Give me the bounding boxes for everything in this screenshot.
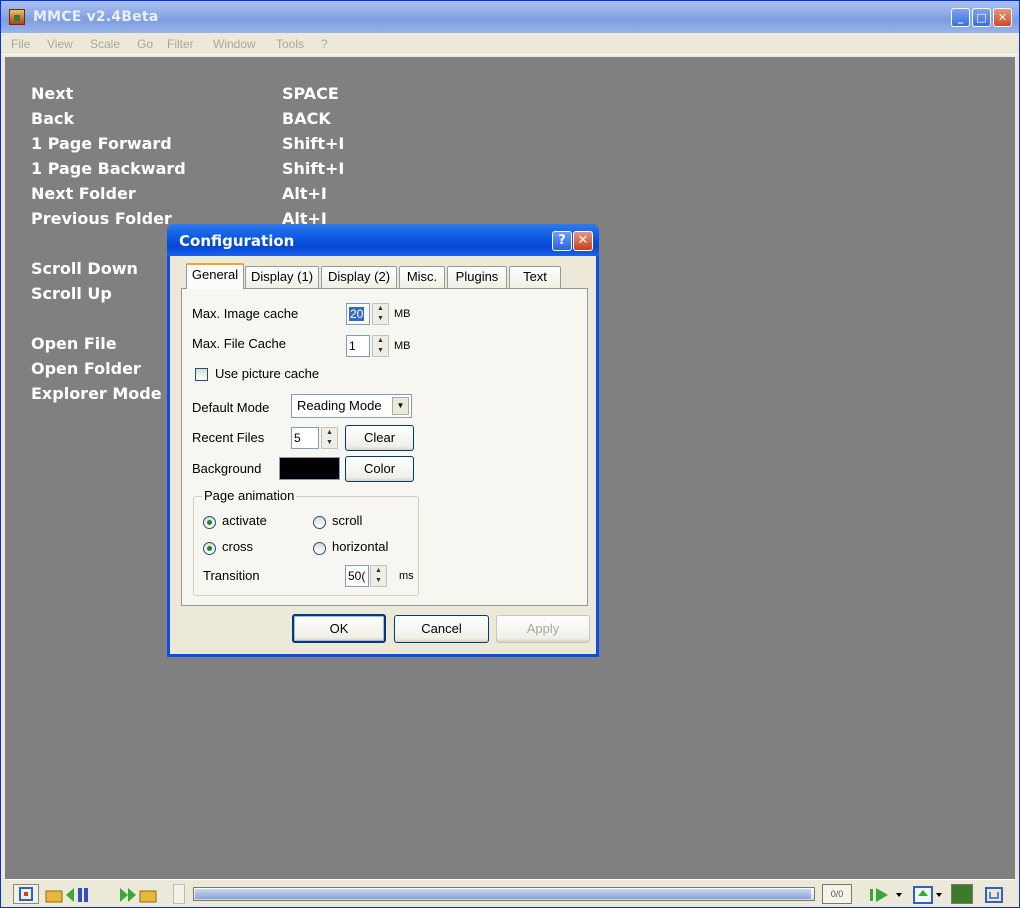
- help-key: SPACE: [282, 84, 339, 103]
- dialog-close-button[interactable]: ✕: [573, 231, 593, 251]
- file-cache-unit: MB: [394, 340, 411, 352]
- radio-activate[interactable]: [203, 516, 216, 529]
- use-picture-cache-checkbox[interactable]: [195, 368, 208, 381]
- color-button[interactable]: Color: [345, 456, 414, 482]
- tab-text[interactable]: Text: [509, 266, 561, 288]
- cancel-button[interactable]: Cancel: [394, 615, 489, 643]
- help-action: Next Folder: [31, 184, 136, 203]
- dialog-title: Configuration: [179, 232, 295, 250]
- use-picture-cache-label: Use picture cache: [215, 366, 320, 381]
- radio-horizontal[interactable]: [313, 542, 326, 555]
- general-tab-panel: Max. Image cache 20 ▲ ▼ MB Max. File Cach…: [181, 288, 588, 606]
- help-action: Scroll Up: [31, 284, 112, 303]
- default-mode-select[interactable]: Reading Mode ▼: [291, 394, 412, 418]
- previous-folder-icon[interactable]: [43, 884, 107, 904]
- grip-icon: [173, 884, 185, 904]
- file-cache-label: Max. File Cache: [192, 336, 286, 351]
- background-color-swatch: [279, 457, 340, 480]
- dialog-title-bar[interactable]: Configuration ? ✕: [167, 224, 599, 256]
- menu-file[interactable]: File: [11, 37, 30, 51]
- image-cache-label: Max. Image cache: [192, 306, 299, 321]
- menu-bar: File View Scale Go Filter Window Tools ?: [1, 33, 1019, 55]
- image-cache-unit: MB: [394, 308, 411, 320]
- menu-view[interactable]: View: [47, 37, 73, 51]
- page-counter: 0/0: [822, 884, 852, 904]
- window-title: MMCE v2.4Beta: [33, 9, 159, 25]
- minimize-button[interactable]: _: [951, 8, 970, 27]
- help-action: Next: [31, 84, 74, 103]
- transition-unit: ms: [399, 570, 414, 582]
- title-bar[interactable]: MMCE v2.4Beta _ □ ✕: [1, 1, 1019, 33]
- menu-window[interactable]: Window: [213, 37, 256, 51]
- file-cache-spinner[interactable]: ▲ ▼: [372, 335, 389, 357]
- thumbnail-view-icon[interactable]: [13, 884, 39, 904]
- help-action: Open Folder: [31, 359, 141, 378]
- recent-files-label: Recent Files: [192, 430, 265, 445]
- menu-help[interactable]: ?: [321, 37, 328, 51]
- page-animation-group: Page animation activate scroll cross hor…: [193, 488, 419, 596]
- tab-general[interactable]: General: [186, 263, 244, 289]
- ok-button[interactable]: OK: [292, 614, 386, 643]
- radio-cross[interactable]: [203, 542, 216, 555]
- zoom-icon[interactable]: [911, 884, 947, 904]
- apply-button[interactable]: Apply: [496, 615, 590, 643]
- play-icon[interactable]: [867, 884, 907, 904]
- help-action: Previous Folder: [31, 209, 172, 228]
- dialog-help-button[interactable]: ?: [552, 231, 572, 251]
- transition-label: Transition: [203, 568, 260, 583]
- image-cache-spinner[interactable]: ▲ ▼: [372, 303, 389, 325]
- transition-spinner[interactable]: ▲ ▼: [370, 565, 387, 587]
- radio-scroll[interactable]: [313, 516, 326, 529]
- page-animation-legend: Page animation: [202, 488, 297, 503]
- page-slider[interactable]: [193, 887, 815, 901]
- image-cache-input[interactable]: 20: [346, 303, 370, 325]
- clear-button[interactable]: Clear: [345, 425, 414, 451]
- help-action: 1 Page Forward: [31, 134, 172, 153]
- next-folder-icon[interactable]: [115, 884, 161, 904]
- close-button[interactable]: ✕: [993, 8, 1012, 27]
- recent-files-spinner[interactable]: ▲ ▼: [321, 427, 338, 449]
- help-key: BACK: [282, 109, 331, 128]
- radio-scroll-label: scroll: [332, 513, 363, 528]
- default-mode-label: Default Mode: [192, 400, 270, 415]
- maximize-button[interactable]: □: [972, 8, 991, 27]
- configuration-dialog: Configuration ? ✕ General Display (1) Di…: [167, 224, 599, 657]
- help-action: Explorer Mode: [31, 384, 162, 403]
- file-cache-input[interactable]: 1: [346, 335, 370, 357]
- menu-go[interactable]: Go: [137, 37, 153, 51]
- tab-plugins[interactable]: Plugins: [447, 266, 507, 288]
- menu-tools[interactable]: Tools: [276, 37, 304, 51]
- status-bar: 0/0: [5, 879, 1017, 907]
- page-slider-fill: [195, 889, 811, 899]
- chevron-down-icon[interactable]: ▼: [392, 397, 409, 415]
- default-mode-value: Reading Mode: [297, 398, 382, 413]
- transition-input[interactable]: 50(: [345, 565, 369, 587]
- tab-display-2[interactable]: Display (2): [321, 266, 397, 288]
- image-view-icon[interactable]: [951, 884, 973, 904]
- tab-display-1[interactable]: Display (1): [245, 266, 319, 288]
- help-key: Alt+I: [282, 184, 327, 203]
- app-icon: [9, 9, 25, 25]
- menu-scale[interactable]: Scale: [90, 37, 120, 51]
- background-label: Background: [192, 461, 262, 476]
- recent-files-input[interactable]: 5: [291, 427, 319, 449]
- radio-activate-label: activate: [222, 513, 267, 528]
- help-action: Scroll Down: [31, 259, 138, 278]
- help-action: Open File: [31, 334, 117, 353]
- tab-misc[interactable]: Misc.: [399, 266, 445, 288]
- radio-horizontal-label: horizontal: [332, 539, 389, 554]
- menu-filter[interactable]: Filter: [167, 37, 194, 51]
- help-key: Shift+I: [282, 134, 345, 153]
- fullscreen-icon[interactable]: [981, 884, 1005, 904]
- help-key: Shift+I: [282, 159, 345, 178]
- radio-cross-label: cross: [222, 539, 254, 554]
- help-action: Back: [31, 109, 75, 128]
- help-action: 1 Page Backward: [31, 159, 186, 178]
